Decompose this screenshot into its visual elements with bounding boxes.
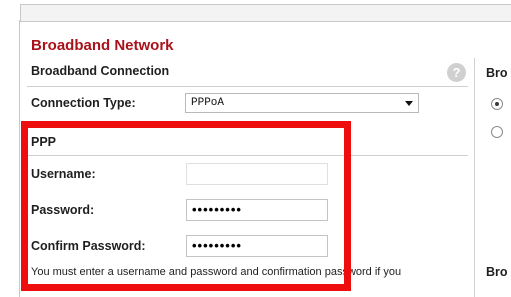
panel-left-border	[19, 20, 20, 297]
divider	[27, 86, 468, 87]
top-panel-bar	[20, 4, 511, 22]
page-title: Broadband Network	[31, 37, 174, 54]
radio-option-2[interactable]	[491, 126, 503, 138]
connection-type-label: Connection Type:	[31, 96, 136, 110]
connection-type-value: PPPoA	[191, 97, 225, 109]
connection-type-select[interactable]: PPPoA	[185, 93, 419, 113]
help-icon[interactable]: ?	[447, 63, 466, 82]
highlight-box	[21, 121, 351, 291]
radio-option-1[interactable]	[491, 98, 503, 110]
right-panel-heading: Bro	[486, 66, 508, 80]
right-panel-heading-2: Bro	[486, 265, 508, 279]
column-separator	[474, 58, 475, 297]
chevron-down-icon	[405, 101, 413, 106]
section-subtitle: Broadband Connection	[31, 64, 170, 78]
